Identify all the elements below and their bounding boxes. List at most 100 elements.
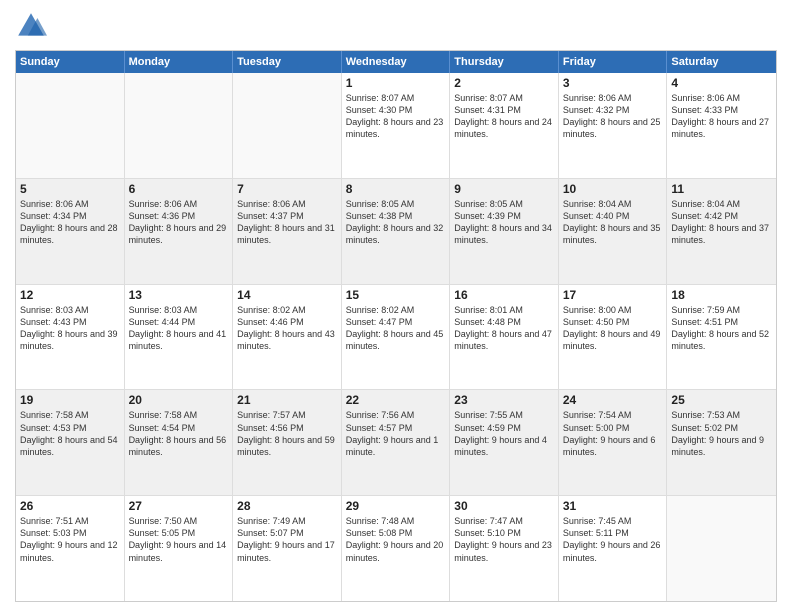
day-number: 13 xyxy=(129,288,229,302)
calendar-row: 26 Sunrise: 7:51 AM Sunset: 5:03 PM Dayli… xyxy=(16,496,776,601)
calendar-cell: 2Sunrise: 8:07 AM Sunset: 4:31 PM Daylig… xyxy=(450,73,559,178)
calendar-cell: 10 Sunrise: 8:04 AM Sunset: 4:40 PM Dayli… xyxy=(559,179,668,284)
cell-details: Sunrise: 7:49 AM Sunset: 5:07 PM Dayligh… xyxy=(237,515,337,564)
day-number: 8 xyxy=(346,182,446,196)
cell-details: Sunrise: 7:59 AM Sunset: 4:51 PM Dayligh… xyxy=(671,304,772,353)
calendar-cell: 28 Sunrise: 7:49 AM Sunset: 5:07 PM Dayli… xyxy=(233,496,342,601)
calendar-cell: 13 Sunrise: 8:03 AM Sunset: 4:44 PM Dayli… xyxy=(125,285,234,390)
calendar-cell: 9 Sunrise: 8:05 AM Sunset: 4:39 PM Daylig… xyxy=(450,179,559,284)
cell-details: Sunrise: 8:04 AM Sunset: 4:42 PM Dayligh… xyxy=(671,198,772,247)
day-number: 7 xyxy=(237,182,337,196)
cell-details: Sunrise: 7:58 AM Sunset: 4:54 PM Dayligh… xyxy=(129,409,229,458)
day-number: 25 xyxy=(671,393,772,407)
day-number: 18 xyxy=(671,288,772,302)
cell-details: Sunrise: 8:03 AM Sunset: 4:44 PM Dayligh… xyxy=(129,304,229,353)
cell-details: Sunrise: 7:54 AM Sunset: 5:00 PM Dayligh… xyxy=(563,409,663,458)
calendar-cell: 29Sunrise: 7:48 AM Sunset: 5:08 PM Dayli… xyxy=(342,496,451,601)
calendar-cell: 31 Sunrise: 7:45 AM Sunset: 5:11 PM Dayli… xyxy=(559,496,668,601)
cell-details: Sunrise: 7:55 AM Sunset: 4:59 PM Dayligh… xyxy=(454,409,554,458)
cell-details: Sunrise: 8:06 AM Sunset: 4:34 PM Dayligh… xyxy=(20,198,120,247)
calendar-cell: 26 Sunrise: 7:51 AM Sunset: 5:03 PM Dayli… xyxy=(16,496,125,601)
calendar: SundayMondayTuesdayWednesdayThursdayFrid… xyxy=(15,50,777,602)
calendar-cell: 21Sunrise: 7:57 AM Sunset: 4:56 PM Dayli… xyxy=(233,390,342,495)
day-number: 1 xyxy=(346,76,446,90)
cell-details: Sunrise: 7:50 AM Sunset: 5:05 PM Dayligh… xyxy=(129,515,229,564)
day-number: 23 xyxy=(454,393,554,407)
cell-details: Sunrise: 8:05 AM Sunset: 4:38 PM Dayligh… xyxy=(346,198,446,247)
calendar-cell: 7Sunrise: 8:06 AM Sunset: 4:37 PM Daylig… xyxy=(233,179,342,284)
calendar-cell: 15 Sunrise: 8:02 AM Sunset: 4:47 PM Dayli… xyxy=(342,285,451,390)
cell-details: Sunrise: 8:06 AM Sunset: 4:36 PM Dayligh… xyxy=(129,198,229,247)
page: SundayMondayTuesdayWednesdayThursdayFrid… xyxy=(0,0,792,612)
calendar-row: 1 Sunrise: 8:07 AM Sunset: 4:30 PM Daylig… xyxy=(16,73,776,179)
calendar-cell: 19 Sunrise: 7:58 AM Sunset: 4:53 PM Dayli… xyxy=(16,390,125,495)
day-number: 15 xyxy=(346,288,446,302)
cell-details: Sunrise: 8:04 AM Sunset: 4:40 PM Dayligh… xyxy=(563,198,663,247)
cell-details: Sunrise: 8:02 AM Sunset: 4:47 PM Dayligh… xyxy=(346,304,446,353)
calendar-cell: 18 Sunrise: 7:59 AM Sunset: 4:51 PM Dayli… xyxy=(667,285,776,390)
calendar-cell: 1 Sunrise: 8:07 AM Sunset: 4:30 PM Daylig… xyxy=(342,73,451,178)
calendar-cell: 27Sunrise: 7:50 AM Sunset: 5:05 PM Dayli… xyxy=(125,496,234,601)
day-number: 4 xyxy=(671,76,772,90)
cell-details: Sunrise: 8:07 AM Sunset: 4:31 PM Dayligh… xyxy=(454,92,554,141)
cell-details: Sunrise: 7:57 AM Sunset: 4:56 PM Dayligh… xyxy=(237,409,337,458)
calendar-row: 12Sunrise: 8:03 AM Sunset: 4:43 PM Dayli… xyxy=(16,285,776,391)
cell-details: Sunrise: 7:56 AM Sunset: 4:57 PM Dayligh… xyxy=(346,409,446,458)
cell-details: Sunrise: 8:01 AM Sunset: 4:48 PM Dayligh… xyxy=(454,304,554,353)
weekday-header: Saturday xyxy=(667,51,776,73)
calendar-cell: 20Sunrise: 7:58 AM Sunset: 4:54 PM Dayli… xyxy=(125,390,234,495)
calendar-row: 5Sunrise: 8:06 AM Sunset: 4:34 PM Daylig… xyxy=(16,179,776,285)
calendar-cell: 24 Sunrise: 7:54 AM Sunset: 5:00 PM Dayli… xyxy=(559,390,668,495)
cell-details: Sunrise: 8:00 AM Sunset: 4:50 PM Dayligh… xyxy=(563,304,663,353)
calendar-cell: 12Sunrise: 8:03 AM Sunset: 4:43 PM Dayli… xyxy=(16,285,125,390)
day-number: 28 xyxy=(237,499,337,513)
calendar-cell: 22Sunrise: 7:56 AM Sunset: 4:57 PM Dayli… xyxy=(342,390,451,495)
logo xyxy=(15,10,51,42)
calendar-cell xyxy=(667,496,776,601)
cell-details: Sunrise: 8:06 AM Sunset: 4:33 PM Dayligh… xyxy=(671,92,772,141)
day-number: 24 xyxy=(563,393,663,407)
cell-details: Sunrise: 7:58 AM Sunset: 4:53 PM Dayligh… xyxy=(20,409,120,458)
weekday-header: Monday xyxy=(125,51,234,73)
logo-icon xyxy=(15,10,47,42)
day-number: 14 xyxy=(237,288,337,302)
cell-details: Sunrise: 8:07 AM Sunset: 4:30 PM Dayligh… xyxy=(346,92,446,141)
weekday-header: Wednesday xyxy=(342,51,451,73)
calendar-cell xyxy=(125,73,234,178)
calendar-cell: 3 Sunrise: 8:06 AM Sunset: 4:32 PM Daylig… xyxy=(559,73,668,178)
cell-details: Sunrise: 7:51 AM Sunset: 5:03 PM Dayligh… xyxy=(20,515,120,564)
calendar-cell: 16 Sunrise: 8:01 AM Sunset: 4:48 PM Dayli… xyxy=(450,285,559,390)
day-number: 3 xyxy=(563,76,663,90)
calendar-cell xyxy=(16,73,125,178)
calendar-cell: 17Sunrise: 8:00 AM Sunset: 4:50 PM Dayli… xyxy=(559,285,668,390)
weekday-header: Sunday xyxy=(16,51,125,73)
day-number: 30 xyxy=(454,499,554,513)
calendar-cell: 4 Sunrise: 8:06 AM Sunset: 4:33 PM Daylig… xyxy=(667,73,776,178)
day-number: 26 xyxy=(20,499,120,513)
calendar-cell: 11 Sunrise: 8:04 AM Sunset: 4:42 PM Dayli… xyxy=(667,179,776,284)
day-number: 6 xyxy=(129,182,229,196)
cell-details: Sunrise: 7:53 AM Sunset: 5:02 PM Dayligh… xyxy=(671,409,772,458)
day-number: 9 xyxy=(454,182,554,196)
cell-details: Sunrise: 7:47 AM Sunset: 5:10 PM Dayligh… xyxy=(454,515,554,564)
calendar-cell: 6 Sunrise: 8:06 AM Sunset: 4:36 PM Daylig… xyxy=(125,179,234,284)
cell-details: Sunrise: 8:06 AM Sunset: 4:32 PM Dayligh… xyxy=(563,92,663,141)
cell-details: Sunrise: 8:05 AM Sunset: 4:39 PM Dayligh… xyxy=(454,198,554,247)
day-number: 11 xyxy=(671,182,772,196)
cell-details: Sunrise: 8:02 AM Sunset: 4:46 PM Dayligh… xyxy=(237,304,337,353)
calendar-cell: 30 Sunrise: 7:47 AM Sunset: 5:10 PM Dayli… xyxy=(450,496,559,601)
cell-details: Sunrise: 7:45 AM Sunset: 5:11 PM Dayligh… xyxy=(563,515,663,564)
day-number: 29 xyxy=(346,499,446,513)
weekday-header: Tuesday xyxy=(233,51,342,73)
weekday-header: Friday xyxy=(559,51,668,73)
day-number: 10 xyxy=(563,182,663,196)
page-header xyxy=(15,10,777,42)
calendar-row: 19 Sunrise: 7:58 AM Sunset: 4:53 PM Dayli… xyxy=(16,390,776,496)
day-number: 19 xyxy=(20,393,120,407)
calendar-cell: 25 Sunrise: 7:53 AM Sunset: 5:02 PM Dayli… xyxy=(667,390,776,495)
cell-details: Sunrise: 8:03 AM Sunset: 4:43 PM Dayligh… xyxy=(20,304,120,353)
calendar-cell: 14 Sunrise: 8:02 AM Sunset: 4:46 PM Dayli… xyxy=(233,285,342,390)
calendar-cell: 5Sunrise: 8:06 AM Sunset: 4:34 PM Daylig… xyxy=(16,179,125,284)
day-number: 31 xyxy=(563,499,663,513)
day-number: 16 xyxy=(454,288,554,302)
